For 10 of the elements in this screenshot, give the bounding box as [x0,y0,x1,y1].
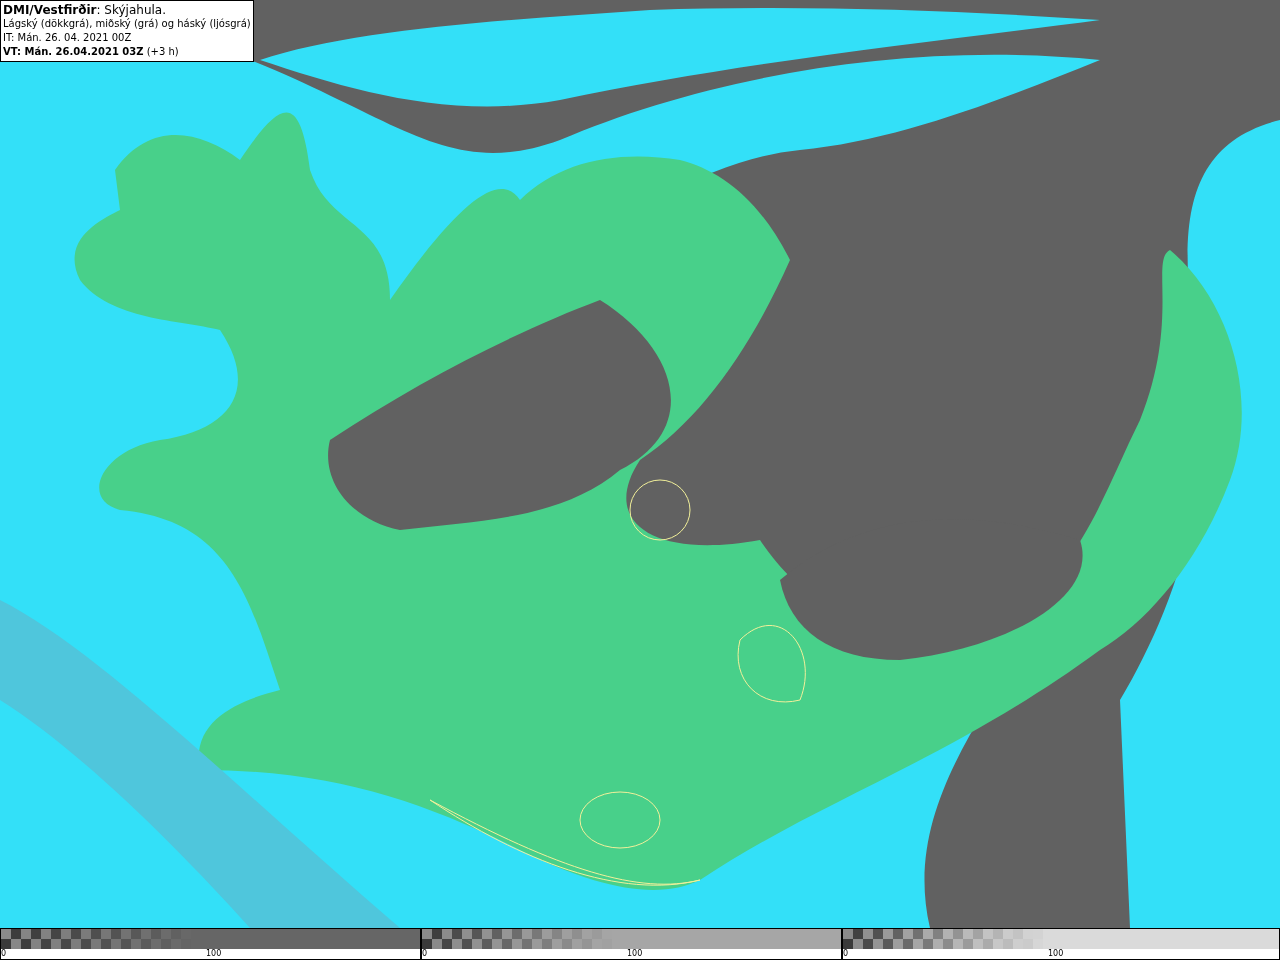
scale-label: 100 [1048,949,1064,959]
scale-label: 0 [422,949,428,959]
scale-label: 100 [206,949,222,959]
legend-text: IT: Mán. 26. 04. 2021 00Z [3,31,133,45]
scale-label: 0 [1,949,7,959]
scale-label: 100 [627,949,643,959]
scale-label: 0 [843,949,849,959]
legend-text: Lágský (dökkgrá), miðský (grá) og háský (ljósgrá) [3,17,251,31]
legend-text: VT: Mán. 26.04.2021 03Z (+3 h) [3,45,180,59]
legend-text: DMI/Vestfirðir: Skýjahula. [3,3,167,17]
